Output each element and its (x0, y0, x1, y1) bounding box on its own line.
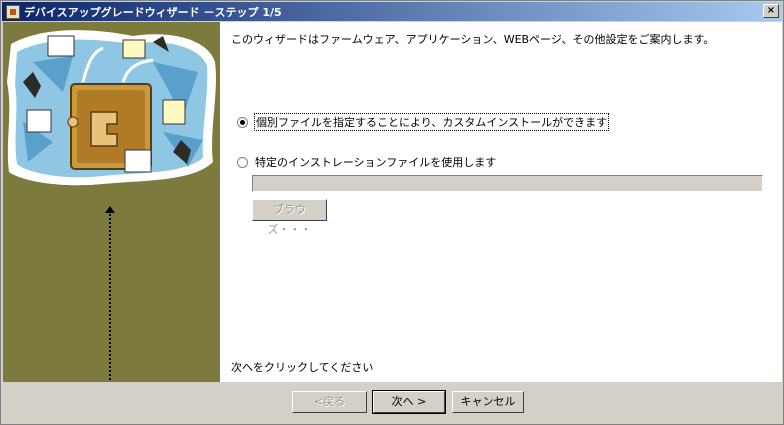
radio-custom-install[interactable] (237, 116, 248, 128)
wizard-sidebar (3, 22, 220, 382)
app-icon (6, 4, 20, 19)
wizard-window: デバイスアップグレードウィザード －ステップ 1/5 × このウィザードはファー… (0, 0, 784, 425)
back-button[interactable]: <戻る (292, 391, 367, 413)
close-button[interactable]: × (763, 4, 779, 18)
option-custom-install-label[interactable]: 個別ファイルを指定することにより、カスタムインストールができます (253, 113, 610, 131)
title-bar[interactable]: デバイスアップグレードウィザード －ステップ 1/5 × (2, 2, 782, 21)
install-file-path-input[interactable] (252, 175, 763, 192)
cancel-button[interactable]: キャンセル (452, 391, 524, 413)
button-bar: <戻る 次へ > キャンセル (2, 383, 782, 423)
option-custom-install[interactable]: 個別ファイルを指定することにより、カスタムインストールができます (237, 113, 610, 131)
option-install-file[interactable]: 特定のインストレーションファイルを使用します (237, 154, 496, 170)
intro-text: このウィザードはファームウェア、アプリケーション、WEBページ、その他設定をご案… (231, 33, 715, 46)
option-install-file-label[interactable]: 特定のインストレーションファイルを使用します (255, 154, 496, 170)
radio-install-file[interactable] (237, 156, 248, 168)
next-hint-text: 次へをクリックしてください (231, 361, 374, 374)
browse-button[interactable]: ブラウズ・・・ (252, 199, 327, 236)
wizard-illustration (3, 22, 220, 187)
wizard-content: このウィザードはファームウェア、アプリケーション、WEBページ、その他設定をご案… (220, 22, 782, 382)
next-button[interactable]: 次へ > (372, 390, 446, 414)
dotted-arrow-line (109, 210, 111, 382)
window-title: デバイスアップグレードウィザード －ステップ 1/5 (24, 5, 282, 19)
